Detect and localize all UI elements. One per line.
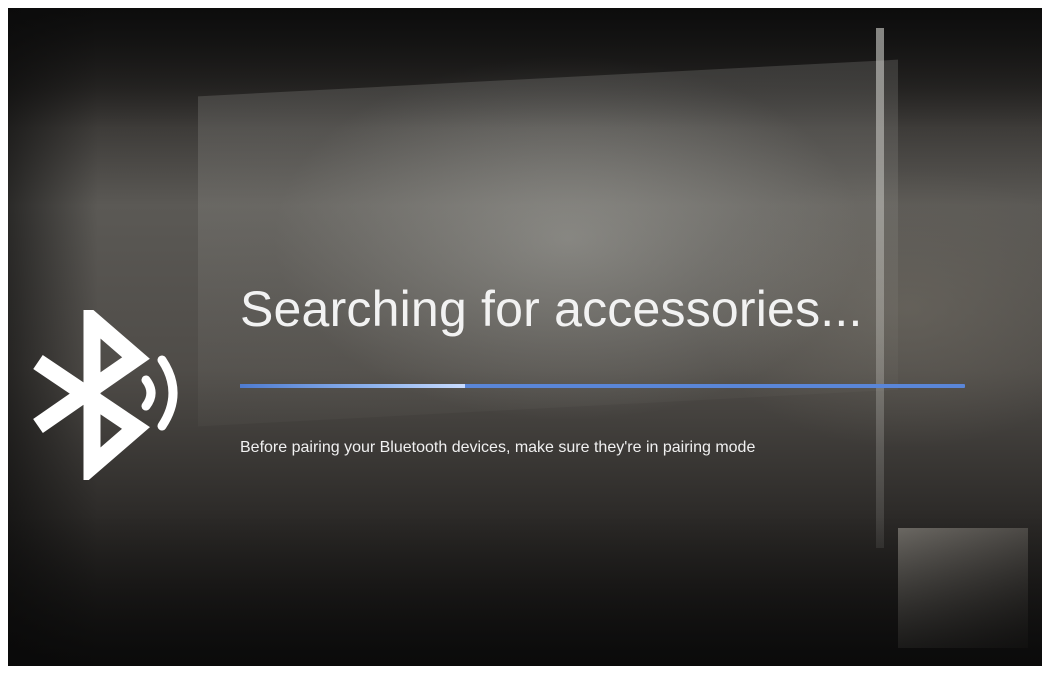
search-progress-indicator — [240, 384, 465, 388]
bluetooth-searching-icon — [33, 310, 178, 480]
background-shade-bottom — [8, 516, 1042, 666]
page-title: Searching for accessories... — [240, 281, 863, 337]
background-pillar — [876, 28, 884, 548]
search-progress-bar — [240, 384, 965, 388]
tv-screen: Searching for accessories... Before pair… — [8, 8, 1042, 666]
pairing-instruction-text: Before pairing your Bluetooth devices, m… — [240, 439, 756, 456]
background-wall — [198, 59, 898, 427]
